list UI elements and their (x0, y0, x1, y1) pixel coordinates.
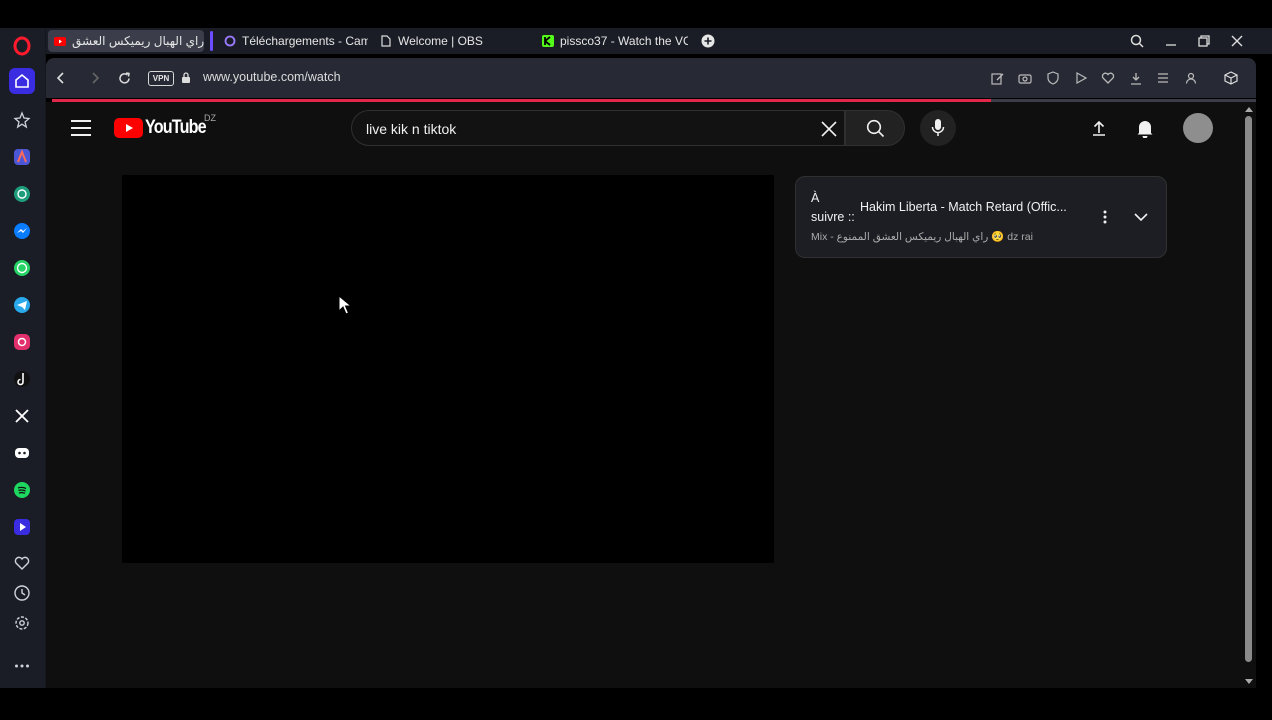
page-scrollbar[interactable] (1242, 102, 1256, 688)
tab-camo[interactable]: Téléchargements - Camo (218, 30, 368, 52)
up-next-title[interactable]: Hakim Liberta - Match Retard (Offic... (860, 200, 1067, 214)
easy-setup-icon[interactable] (1155, 70, 1171, 86)
edit-icon[interactable] (989, 70, 1005, 86)
more-vert-icon[interactable] (1095, 207, 1115, 227)
extensions-cube-icon[interactable] (1222, 69, 1240, 87)
voice-search-button[interactable] (920, 110, 956, 146)
minimize-icon[interactable] (1162, 32, 1180, 50)
bell-icon (1137, 121, 1153, 138)
star-icon[interactable] (11, 109, 33, 131)
search-query: live kik n tiktok (366, 121, 457, 137)
reload-icon[interactable] (116, 70, 132, 86)
camo-icon (224, 35, 236, 47)
profile-icon[interactable] (1183, 70, 1199, 86)
up-next-panel[interactable]: Àsuivre :: Hakim Liberta - Match Retard … (795, 176, 1167, 258)
country-code: DZ (204, 113, 216, 123)
youtube-wordmark: YouTube (145, 117, 207, 138)
clear-search-icon[interactable] (820, 120, 838, 138)
notifications-button[interactable] (1134, 117, 1156, 139)
opera-sidebar (0, 28, 46, 688)
tab-kick[interactable]: pissco37 - Watch the VOD (536, 30, 688, 52)
shield-icon[interactable] (1045, 70, 1061, 86)
screen-top-border (0, 0, 1272, 28)
up-next-label: Àsuivre :: (811, 191, 855, 224)
aria-icon[interactable] (11, 146, 33, 168)
address-bar: VPN www.youtube.com/watch (46, 58, 1256, 98)
tab-youtube[interactable]: راي الهبال ريميكس العشق (48, 30, 204, 52)
up-next-playlist: Mix - راي الهبال ريميكس العشق الممنوع 🥺 … (811, 231, 1033, 243)
heart-icon[interactable] (11, 552, 33, 574)
document-icon (380, 35, 392, 47)
more-icon[interactable] (11, 655, 33, 677)
youtube-page: YouTube DZ live kik n tiktok Àsuivre :: … (46, 102, 1242, 688)
heart-outline-icon[interactable] (1100, 70, 1116, 86)
tiktok-icon[interactable] (11, 368, 33, 390)
settings-icon[interactable] (11, 612, 33, 634)
tab-label: pissco37 - Watch the VOD (560, 34, 688, 48)
telegram-icon[interactable] (11, 294, 33, 316)
avatar[interactable] (1183, 113, 1213, 143)
search-button[interactable] (845, 110, 905, 146)
youtube-logo[interactable]: YouTube (114, 117, 216, 139)
youtube-icon (54, 35, 66, 47)
youtube-play-icon (114, 118, 143, 138)
lock-icon[interactable] (178, 70, 194, 86)
chatgpt-icon[interactable] (11, 183, 33, 205)
messenger-icon[interactable] (11, 220, 33, 242)
scrollbar-thumb[interactable] (1245, 116, 1252, 662)
x-icon[interactable] (11, 405, 33, 427)
microphone-icon (931, 119, 945, 136)
vpn-badge[interactable]: VPN (148, 71, 174, 86)
discord-icon[interactable] (11, 442, 33, 464)
opera-logo-icon[interactable] (12, 36, 32, 56)
url-field[interactable]: www.youtube.com/watch (203, 70, 341, 84)
restore-icon[interactable] (1195, 32, 1213, 50)
search-input[interactable]: live kik n tiktok (351, 110, 845, 146)
tab-search-icon[interactable] (1128, 32, 1146, 50)
close-window-icon[interactable] (1228, 32, 1246, 50)
history-icon[interactable] (11, 582, 33, 604)
tab-group-separator (210, 31, 213, 51)
scroll-down-icon[interactable] (1243, 676, 1255, 686)
home-icon[interactable] (9, 68, 35, 94)
new-tab-plus-icon[interactable] (699, 32, 717, 50)
tab-obs[interactable]: Welcome | OBS (374, 30, 534, 52)
forward-icon[interactable] (87, 70, 103, 86)
share-upload-button[interactable] (1089, 117, 1109, 139)
tab-label: Welcome | OBS (398, 34, 483, 48)
back-icon[interactable] (53, 70, 69, 86)
tab-bar: راي الهبال ريميكس العشق Téléchargements … (46, 28, 1272, 54)
upload-icon (1093, 120, 1105, 136)
kick-icon (542, 35, 554, 47)
download-icon[interactable] (1128, 70, 1144, 86)
menu-icon[interactable] (71, 120, 91, 136)
video-player[interactable] (122, 175, 774, 563)
instagram-icon[interactable] (11, 331, 33, 353)
whatsapp-icon[interactable] (11, 257, 33, 279)
chevron-down-icon[interactable] (1131, 207, 1151, 227)
spotify-icon[interactable] (11, 479, 33, 501)
play-icon[interactable] (1073, 70, 1089, 86)
screen-bottom-border (0, 690, 1272, 720)
scroll-up-icon[interactable] (1243, 104, 1255, 114)
tab-label: راي الهبال ريميكس العشق (72, 34, 204, 48)
mouse-cursor-icon (338, 295, 352, 315)
player-icon[interactable] (11, 516, 33, 538)
camera-icon[interactable] (1017, 70, 1033, 86)
search-icon (866, 119, 884, 137)
tab-label: Téléchargements - Camo (242, 34, 368, 48)
